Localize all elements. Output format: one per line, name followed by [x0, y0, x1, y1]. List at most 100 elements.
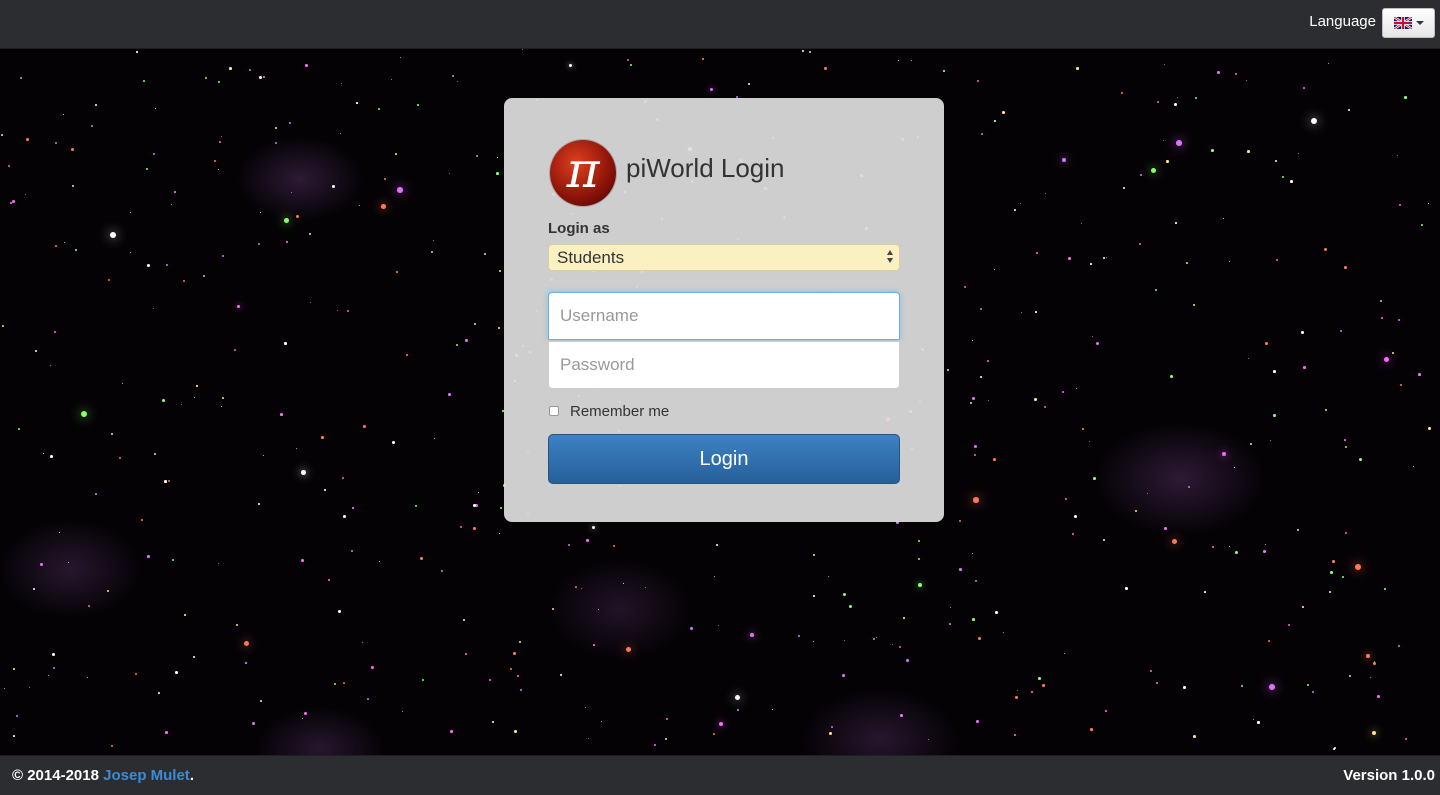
star: [772, 709, 774, 711]
star: [1253, 719, 1255, 721]
star: [13, 668, 15, 670]
star: [420, 557, 423, 560]
remember-me-checkbox[interactable]: [549, 406, 559, 416]
star: [252, 722, 255, 725]
star: [53, 667, 56, 670]
star: [397, 187, 403, 193]
star: [718, 625, 720, 627]
star: [900, 714, 903, 717]
star: [496, 172, 499, 175]
star: [302, 718, 304, 720]
role-select-value: Students: [557, 248, 625, 267]
star: [978, 637, 981, 640]
star: [1020, 203, 1022, 205]
star: [710, 88, 714, 92]
star: [750, 633, 755, 638]
star: [1222, 452, 1227, 457]
star: [1263, 550, 1266, 553]
remember-me-label[interactable]: Remember me: [570, 403, 669, 420]
star: [994, 269, 996, 271]
star: [949, 623, 951, 625]
star: [72, 185, 75, 188]
star: [75, 249, 77, 251]
star: [1217, 71, 1220, 74]
star: [1106, 257, 1108, 259]
star: [1072, 533, 1074, 535]
star: [1370, 677, 1372, 679]
password-input[interactable]: [548, 341, 900, 389]
star: [402, 711, 404, 713]
star: [286, 241, 288, 243]
star: [1076, 388, 1077, 389]
star: [221, 136, 223, 138]
star: [1212, 546, 1215, 549]
star: [1418, 373, 1421, 376]
star: [275, 127, 278, 130]
star: [1068, 257, 1071, 260]
star: [107, 590, 110, 593]
star: [1036, 252, 1039, 255]
star: [1042, 684, 1045, 687]
star: [244, 641, 250, 647]
star: [514, 730, 517, 733]
star: [334, 683, 337, 686]
star: [1065, 498, 1067, 500]
login-title: piWorld Login: [626, 153, 785, 183]
star: [1103, 257, 1106, 260]
star: [1166, 160, 1169, 163]
star: [1175, 222, 1177, 224]
star: [473, 504, 476, 507]
star: [473, 527, 476, 530]
star: [309, 233, 312, 236]
star: [284, 218, 289, 223]
star: [645, 587, 647, 589]
star: [1413, 466, 1415, 468]
star: [520, 689, 523, 692]
language-dropdown-button[interactable]: [1382, 8, 1435, 38]
star: [613, 545, 616, 548]
star: [1105, 710, 1107, 712]
star: [972, 618, 975, 621]
star: [1332, 560, 1335, 563]
star: [164, 480, 167, 483]
star: [1223, 218, 1225, 220]
star: [341, 83, 343, 85]
star: [1311, 118, 1317, 124]
star: [384, 178, 387, 181]
star: [422, 679, 425, 682]
star: [1333, 748, 1335, 750]
star: [950, 607, 952, 609]
star: [171, 204, 173, 206]
star: [1157, 101, 1160, 104]
star: [441, 570, 444, 573]
star: [1135, 510, 1138, 513]
star: [498, 327, 501, 330]
star: [433, 240, 435, 242]
author-link[interactable]: Josep Mulet: [103, 767, 190, 784]
star: [54, 331, 57, 334]
star: [1014, 734, 1016, 736]
login-as-label: Login as: [548, 220, 610, 237]
login-button[interactable]: Login: [548, 434, 900, 484]
star: [448, 393, 451, 396]
username-input[interactable]: [548, 292, 900, 340]
star: [601, 721, 603, 723]
star: [560, 674, 563, 677]
star: [1421, 224, 1424, 227]
star: [943, 70, 945, 72]
star: [993, 458, 996, 461]
star: [519, 641, 522, 644]
star: [1151, 168, 1157, 174]
star: [1340, 330, 1343, 333]
star: [665, 738, 668, 741]
star: [146, 168, 149, 171]
star: [340, 133, 342, 135]
star: [415, 505, 418, 508]
star: [259, 76, 262, 79]
star: [1307, 684, 1310, 687]
star: [1275, 160, 1278, 163]
star: [263, 455, 265, 457]
role-select[interactable]: Students: [548, 244, 900, 271]
star: [1270, 440, 1272, 442]
star: [184, 614, 186, 616]
